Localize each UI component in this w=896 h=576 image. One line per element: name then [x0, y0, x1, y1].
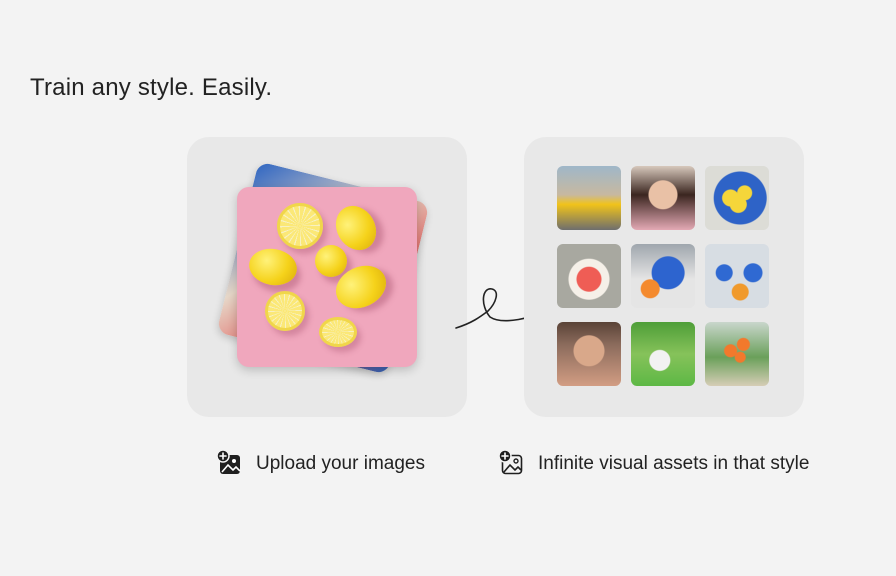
man-portrait-thumbnail [557, 322, 621, 386]
assets-grid [557, 166, 769, 386]
uploaded-photo-lemons [237, 187, 417, 367]
upload-caption-text: Upload your images [256, 453, 425, 474]
dog-park-thumbnail [631, 322, 695, 386]
add-image-icon [216, 449, 241, 474]
page: Train any style. Easily. Upload your ima… [0, 0, 896, 576]
add-image-icon [498, 449, 523, 475]
headline: Train any style. Easily. [30, 74, 273, 101]
orange-tree-thumbnail [705, 322, 769, 386]
watermelon-plate-thumbnail [557, 244, 621, 308]
output-caption: Infinite visual assets in that style [498, 449, 818, 480]
blue-bowl-oranges-thumbnail [631, 244, 695, 308]
lemons-plate-thumbnail [705, 166, 769, 230]
generated-assets-card [524, 137, 804, 417]
blue-glass-oranges-thumbnail [705, 244, 769, 308]
woman-portrait-thumbnail [631, 166, 695, 230]
upload-card [187, 137, 467, 417]
output-caption-text: Infinite visual assets in that style [538, 453, 810, 474]
taxi-street-thumbnail [557, 166, 621, 230]
upload-caption: Upload your images [216, 449, 426, 480]
